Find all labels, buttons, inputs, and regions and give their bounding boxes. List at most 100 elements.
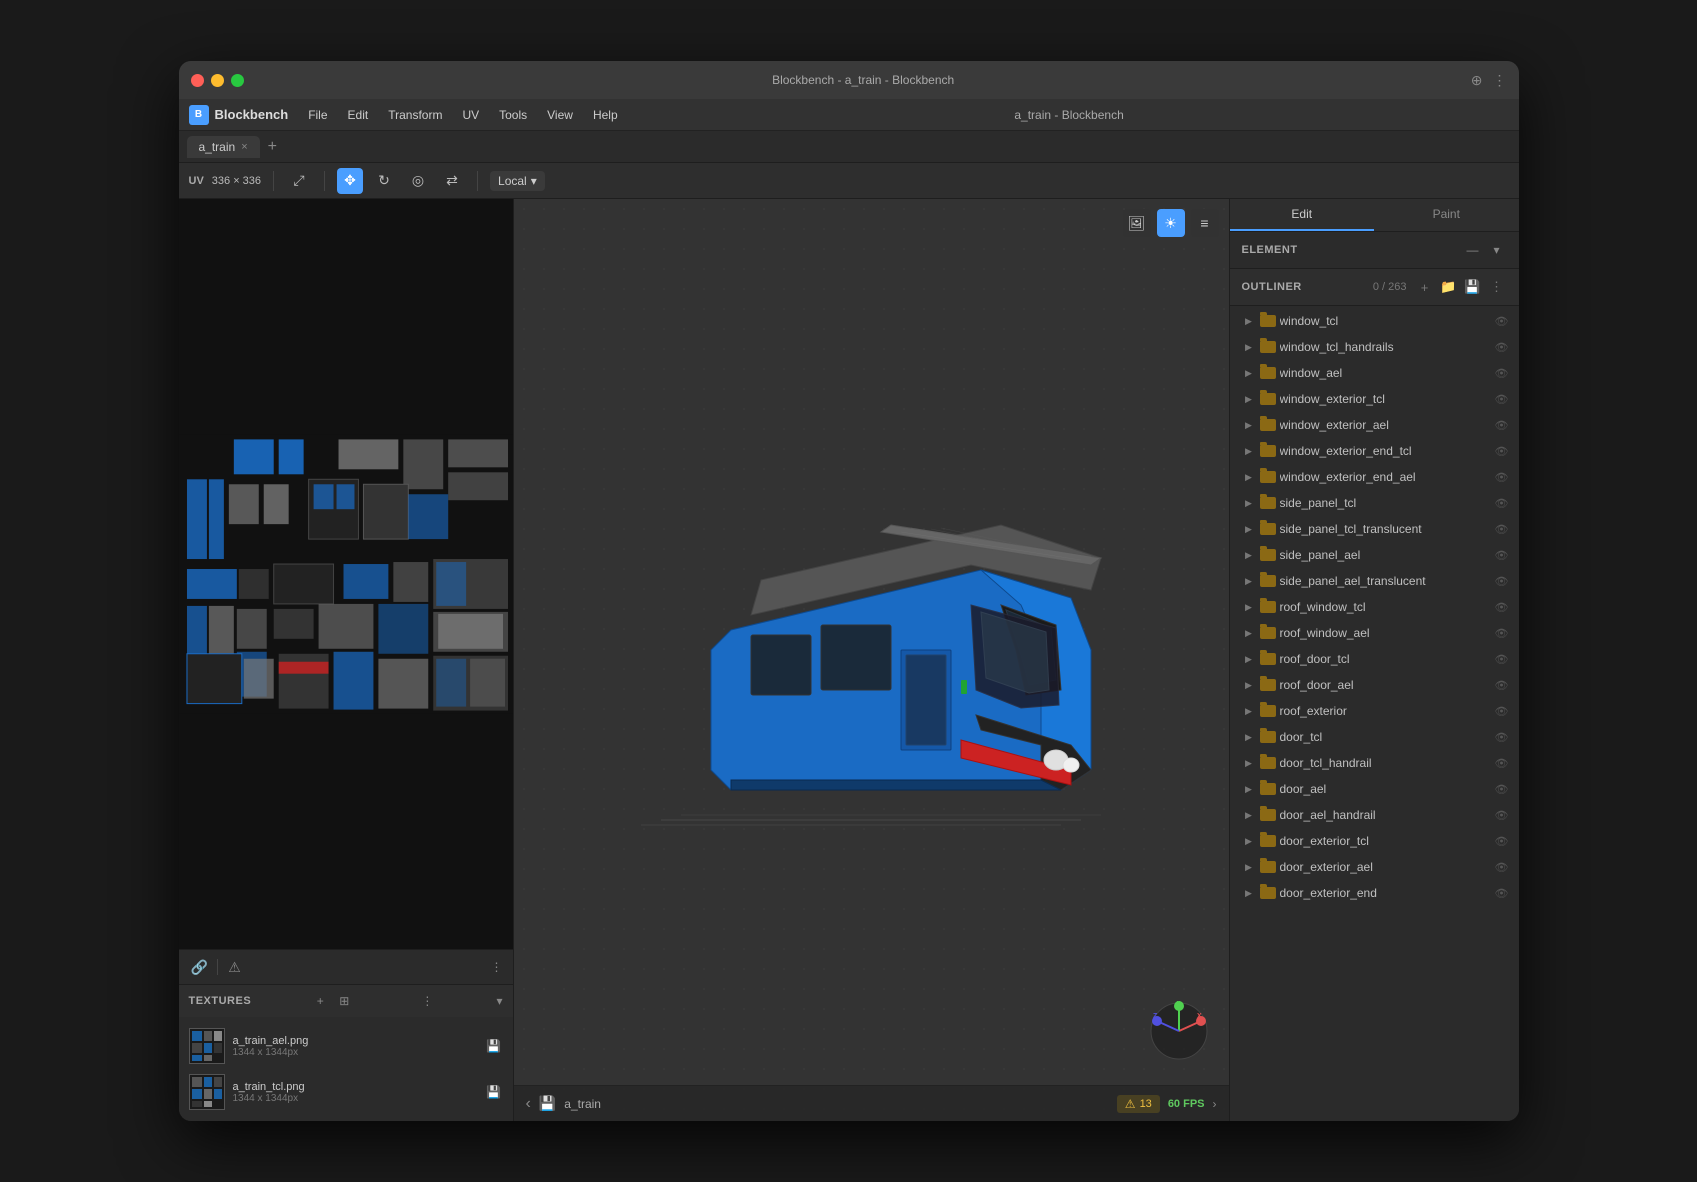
toolbar-mirror-tool[interactable]: ⇄: [439, 168, 465, 194]
add-texture-button[interactable]: +: [310, 991, 330, 1011]
texture-item-tcl[interactable]: a_train_tcl.png 1344 x 1344px 💾: [179, 1069, 513, 1115]
textures-more-button[interactable]: ⋮: [421, 994, 433, 1008]
eye-icon[interactable]: 👁: [1493, 546, 1511, 564]
toolbar-rotate-tool[interactable]: ↻: [371, 168, 397, 194]
eye-icon-window-tcl[interactable]: 👁: [1493, 312, 1511, 330]
uv-panel[interactable]: [179, 199, 513, 949]
more-icon[interactable]: ⋮: [1493, 72, 1507, 89]
eye-icon[interactable]: 👁: [1493, 494, 1511, 512]
item-name-window-exterior-ael: window_exterior_ael: [1280, 418, 1489, 432]
link-icon[interactable]: 🔗: [189, 956, 211, 978]
textures-collapse-button[interactable]: ▾: [496, 994, 502, 1008]
viewport-prev-button[interactable]: ‹: [526, 1095, 531, 1113]
eye-icon[interactable]: 👁: [1493, 468, 1511, 486]
pin-icon[interactable]: ⊕: [1471, 72, 1483, 89]
outliner-item-door-tcl[interactable]: ▶ door_tcl 👁: [1230, 724, 1519, 750]
outliner-add-btn[interactable]: +: [1415, 277, 1435, 297]
menu-edit[interactable]: Edit: [340, 105, 377, 125]
outliner-item-door-tcl-handrail[interactable]: ▶ door_tcl_handrail 👁: [1230, 750, 1519, 776]
outliner-item-door-ael[interactable]: ▶ door_ael 👁: [1230, 776, 1519, 802]
eye-icon[interactable]: 👁: [1493, 884, 1511, 902]
outliner-section[interactable]: OUTLINER 0 / 263 + 📁 💾 ⋮ ▶ window_tcl 👁: [1230, 269, 1519, 1121]
more-options[interactable]: ⋮: [491, 960, 503, 974]
outliner-item-roof-door-tcl[interactable]: ▶ roof_door_tcl 👁: [1230, 646, 1519, 672]
outliner-item-window-tcl[interactable]: ▶ window_tcl 👁: [1230, 308, 1519, 334]
outliner-item-window-ael[interactable]: ▶ window_ael 👁: [1230, 360, 1519, 386]
eye-icon[interactable]: 👁: [1493, 858, 1511, 876]
warning-icon[interactable]: ⚠: [224, 956, 246, 978]
eye-icon[interactable]: 👁: [1493, 624, 1511, 642]
outliner-item-side-panel-ael-translucent[interactable]: ▶ side_panel_ael_translucent 👁: [1230, 568, 1519, 594]
element-chevron-btn[interactable]: ▾: [1487, 240, 1507, 260]
import-texture-button[interactable]: ⊞: [334, 991, 354, 1011]
outliner-save-btn[interactable]: 💾: [1463, 277, 1483, 297]
viewport-sun-btn[interactable]: ☀: [1157, 209, 1185, 237]
menu-view[interactable]: View: [539, 105, 581, 125]
outliner-item-door-ael-handrail[interactable]: ▶ door_ael_handrail 👁: [1230, 802, 1519, 828]
minimize-button[interactable]: [211, 74, 224, 87]
outliner-item-door-exterior-tcl[interactable]: ▶ door_exterior_tcl 👁: [1230, 828, 1519, 854]
element-minimize-btn[interactable]: —: [1463, 240, 1483, 260]
eye-icon[interactable]: 👁: [1493, 780, 1511, 798]
outliner-item-side-panel-tcl-translucent[interactable]: ▶ side_panel_tcl_translucent 👁: [1230, 516, 1519, 542]
toolbar-move-tool[interactable]: ✥: [337, 168, 363, 194]
eye-icon[interactable]: 👁: [1493, 806, 1511, 824]
warning-count: 13: [1140, 1098, 1152, 1110]
outliner-item-roof-exterior[interactable]: ▶ roof_exterior 👁: [1230, 698, 1519, 724]
outliner-item-window-exterior-tcl[interactable]: ▶ window_exterior_tcl 👁: [1230, 386, 1519, 412]
menu-help[interactable]: Help: [585, 105, 626, 125]
outliner-folder-add-btn[interactable]: 📁: [1439, 277, 1459, 297]
tab-a-train[interactable]: a_train ×: [187, 136, 260, 158]
save-icon: 💾: [539, 1095, 556, 1112]
menu-uv[interactable]: UV: [454, 105, 487, 125]
outliner-item-door-exterior-end[interactable]: ▶ door_exterior_end 👁: [1230, 880, 1519, 906]
toolbar-resize-icon[interactable]: ⤢: [286, 168, 312, 194]
maximize-button[interactable]: [231, 74, 244, 87]
viewport-menu-btn[interactable]: ≡: [1191, 209, 1219, 237]
eye-icon[interactable]: 👁: [1493, 728, 1511, 746]
folder-icon: [1260, 366, 1276, 380]
outliner-item-side-panel-ael[interactable]: ▶ side_panel_ael 👁: [1230, 542, 1519, 568]
tab-add-button[interactable]: +: [268, 138, 277, 156]
eye-icon[interactable]: 👁: [1493, 520, 1511, 538]
outliner-item-roof-door-ael[interactable]: ▶ roof_door_ael 👁: [1230, 672, 1519, 698]
tab-close-button[interactable]: ×: [241, 141, 247, 153]
eye-icon[interactable]: 👁: [1493, 572, 1511, 590]
eye-icon[interactable]: 👁: [1493, 390, 1511, 408]
tab-edit[interactable]: Edit: [1230, 199, 1375, 231]
outliner-item-window-tcl-handrails[interactable]: ▶ window_tcl_handrails 👁: [1230, 334, 1519, 360]
tab-paint[interactable]: Paint: [1374, 199, 1519, 231]
texture-save-ael[interactable]: 💾: [485, 1037, 503, 1055]
menu-file[interactable]: File: [300, 105, 335, 125]
eye-icon[interactable]: 👁: [1493, 364, 1511, 382]
eye-icon[interactable]: 👁: [1493, 754, 1511, 772]
toolbar-local-dropdown[interactable]: Local ▾: [490, 171, 545, 191]
outliner-item-side-panel-tcl[interactable]: ▶ side_panel_tcl 👁: [1230, 490, 1519, 516]
outliner-item-window-exterior-end-tcl[interactable]: ▶ window_exterior_end_tcl 👁: [1230, 438, 1519, 464]
close-button[interactable]: [191, 74, 204, 87]
outliner-item-roof-window-tcl[interactable]: ▶ roof_window_tcl 👁: [1230, 594, 1519, 620]
folder-icon: [1260, 704, 1276, 718]
toolbar-target-tool[interactable]: ◎: [405, 168, 431, 194]
viewport-image-btn[interactable]: 🖼: [1123, 209, 1151, 237]
folder-icon: [1260, 730, 1276, 744]
eye-icon[interactable]: 👁: [1493, 832, 1511, 850]
eye-icon[interactable]: 👁: [1493, 416, 1511, 434]
eye-icon[interactable]: 👁: [1493, 338, 1511, 356]
menu-transform[interactable]: Transform: [380, 105, 450, 125]
eye-icon[interactable]: 👁: [1493, 442, 1511, 460]
viewport[interactable]: X Y Z 🖼 ☀ ≡ ‹ 💾: [514, 199, 1229, 1121]
outliner-item-door-exterior-ael[interactable]: ▶ door_exterior_ael 👁: [1230, 854, 1519, 880]
eye-icon[interactable]: 👁: [1493, 676, 1511, 694]
eye-icon[interactable]: 👁: [1493, 702, 1511, 720]
outliner-item-window-exterior-end-ael[interactable]: ▶ window_exterior_end_ael 👁: [1230, 464, 1519, 490]
eye-icon[interactable]: 👁: [1493, 598, 1511, 616]
texture-save-tcl[interactable]: 💾: [485, 1083, 503, 1101]
texture-item-ael[interactable]: a_train_ael.png 1344 x 1344px 💾: [179, 1023, 513, 1069]
menu-tools[interactable]: Tools: [491, 105, 535, 125]
outliner-item-window-exterior-ael[interactable]: ▶ window_exterior_ael 👁: [1230, 412, 1519, 438]
outliner-item-roof-window-ael[interactable]: ▶ roof_window_ael 👁: [1230, 620, 1519, 646]
viewport-next-button[interactable]: ›: [1213, 1097, 1217, 1111]
tab-bar: a_train × +: [179, 131, 1519, 163]
eye-icon[interactable]: 👁: [1493, 650, 1511, 668]
